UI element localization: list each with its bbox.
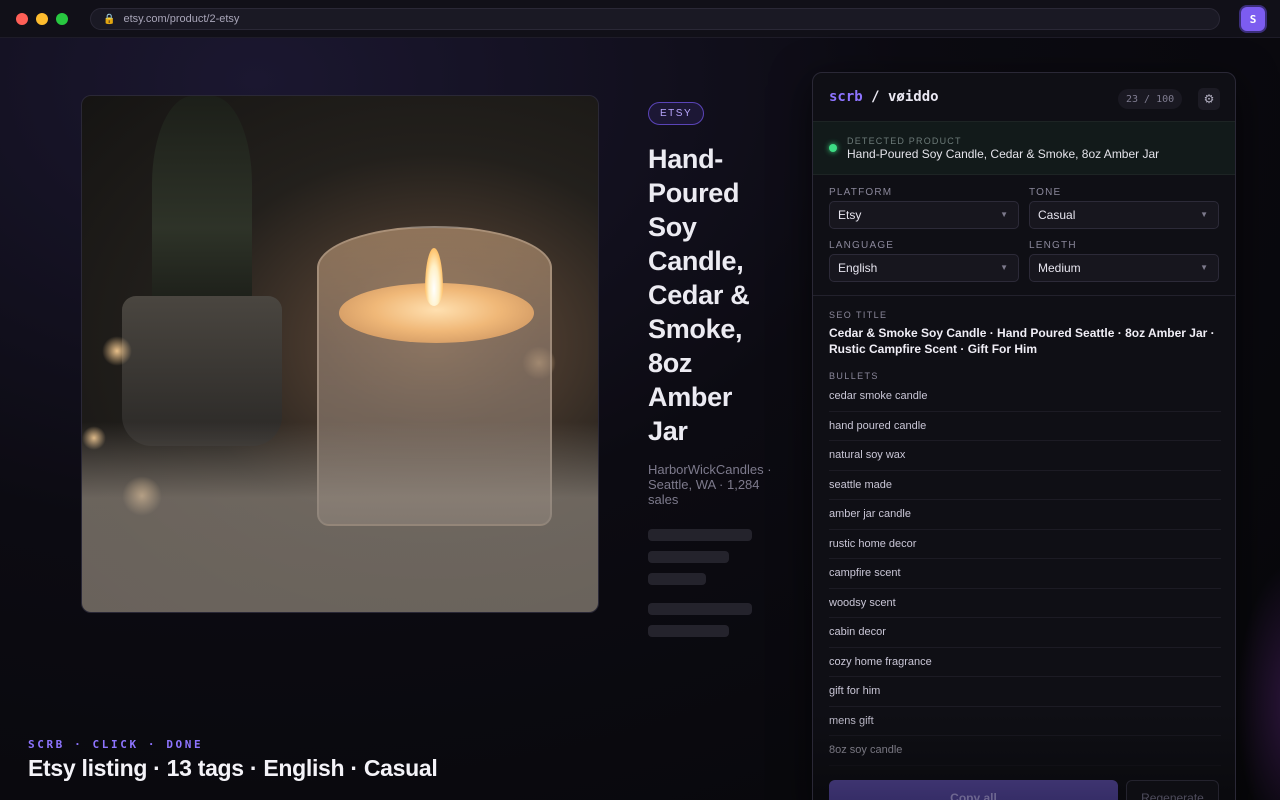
- platform-badge: ETSY: [648, 102, 705, 125]
- length-value: Medium: [1038, 261, 1081, 275]
- skeleton-line: [648, 551, 729, 563]
- bullet-item[interactable]: natural soy wax: [829, 441, 1221, 471]
- bullets-label: BULLETS: [829, 371, 879, 381]
- length-label: LENGTH: [1029, 240, 1077, 251]
- address-bar[interactable]: 🔒 etsy.com/product/2-etsy: [90, 8, 1220, 30]
- caption-main: Etsy listing · 13 tags · English · Casua…: [28, 755, 438, 781]
- divider: [813, 295, 1235, 296]
- bullet-item[interactable]: cabin decor: [829, 618, 1221, 648]
- light-bokeh: [102, 336, 132, 366]
- status-dot: [829, 144, 837, 152]
- gear-icon[interactable]: ⚙: [1198, 88, 1220, 110]
- seller-info[interactable]: HarborWickCandles · Seattle, WA · 1,284 …: [648, 462, 778, 507]
- maximize-window-button[interactable]: [56, 13, 68, 25]
- skeleton-line: [648, 529, 752, 541]
- minimize-window-button[interactable]: [36, 13, 48, 25]
- bullet-item[interactable]: woodsy scent: [829, 589, 1221, 618]
- panel-header: scrb / vøiddo 23 / 100 ⚙: [813, 73, 1235, 121]
- bullet-item[interactable]: 8oz soy candle: [829, 736, 1221, 766]
- lock-icon: 🔒: [103, 13, 116, 25]
- skeleton-line: [648, 573, 706, 585]
- detected-value: Hand-Poured Soy Candle, Cedar & Smoke, 8…: [847, 147, 1160, 161]
- platform-label: PLATFORM: [829, 187, 893, 198]
- fur-rug-shape: [82, 422, 598, 612]
- extension-panel: scrb / vøiddo 23 / 100 ⚙ DETECTED PRODUC…: [812, 72, 1236, 800]
- chevron-down-icon: ▼: [1000, 263, 1008, 272]
- copy-all-button[interactable]: Copy all: [829, 780, 1118, 800]
- platform-select[interactable]: Etsy ▼: [829, 201, 1019, 229]
- flame-shape: [425, 248, 443, 306]
- bullet-item[interactable]: amber jar candle: [829, 500, 1221, 530]
- language-value: English: [838, 261, 878, 275]
- bullet-item[interactable]: seattle made: [829, 471, 1221, 500]
- browser-toolbar: 🔒 etsy.com/product/2-etsy S: [0, 0, 1280, 38]
- tone-select[interactable]: Casual ▼: [1029, 201, 1219, 229]
- chevron-down-icon: ▼: [1000, 210, 1008, 219]
- skeleton-line: [648, 603, 752, 615]
- extension-button[interactable]: S: [1241, 7, 1265, 31]
- chevron-down-icon: ▼: [1200, 263, 1208, 272]
- detected-product: DETECTED PRODUCT Hand-Poured Soy Candle,…: [813, 121, 1235, 175]
- brand-logo: scrb / vøiddo: [829, 89, 939, 105]
- seo-title[interactable]: Cedar & Smoke Soy Candle · Hand Poured S…: [829, 325, 1221, 357]
- language-select[interactable]: English ▼: [829, 254, 1019, 282]
- bullet-item[interactable]: cozy home fragrance: [829, 648, 1221, 677]
- language-label: LANGUAGE: [829, 240, 895, 251]
- plant-shape: [152, 96, 252, 316]
- regenerate-button[interactable]: Regenerate: [1126, 780, 1219, 800]
- tone-label: TONE: [1029, 187, 1062, 198]
- url-text: etsy.com/product/2-etsy: [123, 13, 240, 25]
- bullet-item[interactable]: cedar smoke candle: [829, 382, 1221, 412]
- detected-label: DETECTED PRODUCT: [847, 136, 962, 146]
- bullet-item[interactable]: campfire scent: [829, 559, 1221, 589]
- bullet-item[interactable]: gift for him: [829, 677, 1221, 707]
- close-window-button[interactable]: [16, 13, 28, 25]
- bullets-list: cedar smoke candle hand poured candle natu…: [829, 382, 1221, 766]
- product-title: Hand-Poured Soy Candle, Cedar & Smoke, 8…: [648, 144, 750, 446]
- skeleton-line: [648, 625, 729, 637]
- product-image: [81, 95, 599, 613]
- bullet-item[interactable]: rustic home decor: [829, 530, 1221, 559]
- bullet-item[interactable]: mens gift: [829, 707, 1221, 736]
- extension-icon-letter: S: [1249, 12, 1257, 26]
- background-glow: [1236, 560, 1280, 800]
- bullet-item[interactable]: hand poured candle: [829, 412, 1221, 441]
- seo-title-label: SEO TITLE: [829, 310, 888, 320]
- tone-value: Casual: [1038, 208, 1076, 222]
- caption-eyebrow: SCRB · CLICK · DONE: [28, 738, 204, 751]
- chevron-down-icon: ▼: [1200, 210, 1208, 219]
- usage-counter: 23 / 100: [1118, 89, 1183, 109]
- platform-value: Etsy: [838, 208, 862, 222]
- length-select[interactable]: Medium ▼: [1029, 254, 1219, 282]
